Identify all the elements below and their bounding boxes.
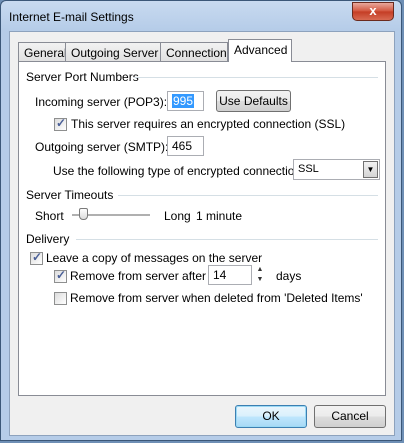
window-title: Internet E-mail Settings <box>9 10 134 24</box>
leave-copy-label: Leave a copy of messages on the server <box>46 251 263 265</box>
delivery-heading: Delivery <box>26 232 70 246</box>
incoming-port-value: 995 <box>172 94 195 108</box>
encryption-type-value: SSL <box>298 163 319 175</box>
tab-outgoing-server[interactable]: Outgoing Server <box>65 42 161 61</box>
timeout-long-label: Long <box>164 209 191 223</box>
spin-up-icon[interactable]: ▲ <box>253 265 267 275</box>
spin-down-icon[interactable]: ▼ <box>253 275 267 285</box>
incoming-server-label: Incoming server (POP3): <box>35 95 168 109</box>
tab-general[interactable]: General <box>18 42 67 61</box>
server-ports-heading: Server Port Numbers <box>26 70 139 84</box>
days-value: 14 <box>213 268 227 282</box>
tab-connection[interactable]: Connection <box>160 42 228 61</box>
chevron-down-icon[interactable]: ▼ <box>363 161 378 178</box>
advanced-panel: Server Port Numbers Incoming server (POP… <box>18 61 386 396</box>
remove-after-checkbox[interactable]: ✓ <box>54 268 67 283</box>
days-label: days <box>276 269 302 283</box>
tab-advanced[interactable]: Advanced <box>228 39 292 62</box>
checkmark-icon: ✓ <box>32 250 43 264</box>
leave-copy-checkbox[interactable]: ✓ <box>30 250 43 265</box>
days-spinner[interactable]: ▲ ▼ <box>253 265 267 285</box>
close-icon: x <box>369 3 377 18</box>
checkmark-icon: ✓ <box>56 268 67 282</box>
timeout-short-label: Short <box>35 209 64 223</box>
close-button[interactable]: x <box>352 2 394 21</box>
ok-button[interactable]: OK <box>235 405 307 428</box>
outgoing-port-value: 465 <box>172 139 193 153</box>
divider <box>118 195 378 196</box>
encryption-type-select[interactable]: SSL ▼ <box>293 159 380 180</box>
remove-deleted-checkbox[interactable] <box>54 292 67 305</box>
incoming-port-field[interactable]: 995 <box>167 91 204 111</box>
encryption-type-label: Use the following type of encrypted conn… <box>53 164 305 178</box>
checkmark-icon: ✓ <box>56 116 67 130</box>
timeout-value: 1 minute <box>196 209 243 223</box>
remove-deleted-label: Remove from server when deleted from 'De… <box>70 291 363 305</box>
outgoing-server-label: Outgoing server (SMTP): <box>35 140 169 154</box>
dialog-client: General Outgoing Server Connection Advan… <box>9 31 395 436</box>
ssl-checkbox[interactable]: ✓ <box>54 116 67 131</box>
settings-window: Internet E-mail Settings x General Outgo… <box>0 0 402 441</box>
timeout-slider-thumb[interactable] <box>78 208 88 220</box>
divider <box>76 239 378 240</box>
cancel-button[interactable]: Cancel <box>314 405 386 428</box>
use-defaults-button[interactable]: Use Defaults <box>216 90 291 112</box>
divider <box>134 77 378 78</box>
ssl-checkbox-label: This server requires an encrypted connec… <box>71 117 346 131</box>
outgoing-port-field[interactable]: 465 <box>167 136 204 156</box>
server-timeouts-heading: Server Timeouts <box>26 188 114 202</box>
title-bar[interactable]: Internet E-mail Settings x <box>1 1 401 33</box>
days-field[interactable]: 14 <box>208 265 252 285</box>
remove-after-label: Remove from server after <box>70 269 207 283</box>
